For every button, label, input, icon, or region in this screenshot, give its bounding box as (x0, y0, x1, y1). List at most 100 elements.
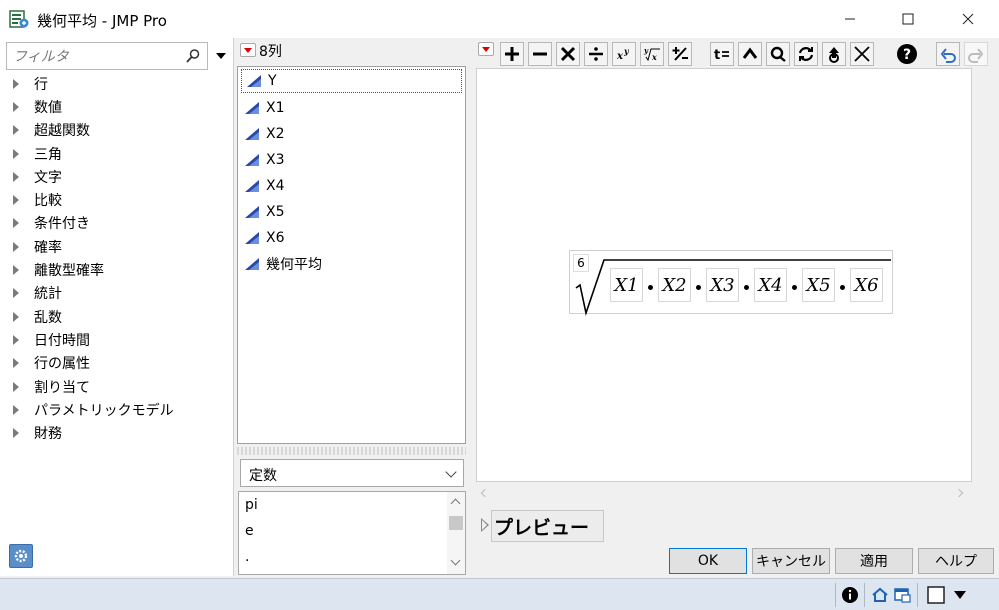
panel-splitter[interactable] (237, 447, 466, 455)
scroll-left-icon[interactable] (480, 488, 490, 498)
expand-arrow-icon[interactable] (13, 358, 19, 369)
cancel-button[interactable]: キャンセル (752, 548, 830, 574)
column-item[interactable]: X6 (238, 225, 465, 251)
root-button[interactable]: yx (640, 42, 664, 66)
maximize-button[interactable] (880, 0, 935, 38)
constant-item[interactable]: e (239, 518, 465, 544)
scroll-right-icon[interactable] (954, 488, 964, 498)
power-button[interactable]: xy (612, 42, 636, 66)
expand-arrow-icon[interactable] (13, 148, 19, 159)
root-index[interactable]: 6 (573, 254, 589, 272)
minus-button[interactable] (528, 42, 552, 66)
column-item[interactable]: X2 (238, 121, 465, 147)
category-item[interactable]: 統計 (0, 282, 232, 305)
peel-button[interactable] (738, 42, 762, 66)
undo-button[interactable] (936, 42, 960, 66)
expand-arrow-icon[interactable] (13, 428, 19, 439)
expand-arrow-icon[interactable] (13, 241, 19, 252)
formula-term[interactable]: X4 (754, 268, 787, 302)
constants-list: pi e. (238, 491, 466, 575)
category-item[interactable]: 三角 (0, 142, 232, 165)
swap-button[interactable] (794, 42, 818, 66)
ok-button[interactable]: OK (669, 548, 747, 574)
expand-arrow-icon[interactable] (13, 101, 19, 112)
columns-menu-button[interactable] (240, 43, 256, 57)
category-item[interactable]: 行 (0, 72, 232, 95)
column-item[interactable]: 幾何平均 (238, 251, 465, 277)
category-item[interactable]: 文字 (0, 165, 232, 188)
layout-dropdown[interactable] (950, 585, 970, 605)
expand-arrow-icon[interactable] (13, 311, 19, 322)
category-item[interactable]: 確率 (0, 235, 232, 258)
help-button[interactable]: ? (895, 42, 919, 66)
expand-arrow-icon[interactable] (13, 171, 19, 182)
layout-checkbox[interactable] (926, 585, 946, 605)
formula-term[interactable]: X5 (802, 268, 835, 302)
category-item[interactable]: 比較 (0, 188, 232, 211)
expand-arrow-icon[interactable] (13, 265, 19, 276)
expand-arrow-icon[interactable] (13, 334, 19, 345)
multiply-button[interactable] (556, 42, 580, 66)
constants-select[interactable]: 定数 (240, 459, 464, 487)
column-item[interactable]: X1 (238, 95, 465, 121)
column-item[interactable]: X4 (238, 173, 465, 199)
column-item[interactable]: Y (240, 68, 463, 94)
apply-button[interactable]: 適用 (835, 548, 913, 574)
plus-button[interactable] (500, 42, 524, 66)
category-item[interactable]: 割り当て (0, 375, 232, 398)
disclosure-icon[interactable] (481, 518, 489, 532)
filter-dropdown-button[interactable] (211, 42, 231, 70)
search-icon[interactable] (185, 48, 201, 64)
category-item[interactable]: 行の属性 (0, 352, 232, 375)
category-item[interactable]: 離散型確率 (0, 258, 232, 281)
expand-arrow-icon[interactable] (13, 78, 19, 89)
minimize-button[interactable] (822, 0, 877, 38)
scroll-up-icon[interactable] (450, 498, 461, 509)
unary-button[interactable] (766, 42, 790, 66)
window-title: 幾何平均 - JMP Pro (37, 12, 167, 30)
close-button[interactable] (940, 0, 995, 38)
category-label: 文字 (34, 169, 62, 186)
divide-button[interactable] (584, 42, 608, 66)
preview-section[interactable]: プレビュー (476, 508, 604, 542)
formula-term[interactable]: X3 (706, 268, 739, 302)
expand-arrow-icon[interactable] (13, 288, 19, 299)
formula-term[interactable]: X1 (610, 268, 643, 302)
scroll-thumb[interactable] (449, 516, 463, 530)
info-button[interactable] (840, 585, 860, 605)
formula-term[interactable]: X6 (850, 268, 883, 302)
category-item[interactable]: 超越関数 (0, 119, 232, 142)
drop-button[interactable] (822, 42, 846, 66)
redo-button[interactable] (964, 42, 988, 66)
expand-arrow-icon[interactable] (13, 218, 19, 229)
category-item[interactable]: 財務 (0, 421, 232, 444)
expand-arrow-icon[interactable] (13, 125, 19, 136)
category-item[interactable]: 数値 (0, 95, 232, 118)
help-dialog-button[interactable]: ヘルプ (918, 548, 994, 574)
canvas-scrollbar[interactable] (476, 484, 972, 502)
constants-scrollbar[interactable] (447, 492, 465, 574)
jmp-app-icon (9, 10, 29, 28)
category-item[interactable]: 乱数 (0, 305, 232, 328)
formula-menu-button[interactable] (478, 42, 494, 56)
category-item[interactable]: 条件付き (0, 212, 232, 235)
plus-minus-button[interactable] (668, 42, 692, 66)
constant-item[interactable]: pi (239, 492, 465, 518)
category-item[interactable]: パラメトリックモデル (0, 398, 232, 421)
preview-label: プレビュー (491, 510, 604, 542)
constant-item[interactable]: . (239, 544, 465, 570)
category-item[interactable]: 日付時間 (0, 328, 232, 351)
window-list-button[interactable] (892, 585, 912, 605)
scroll-down-icon[interactable] (450, 555, 461, 566)
expand-arrow-icon[interactable] (13, 195, 19, 206)
filter-input[interactable] (13, 47, 183, 67)
column-item[interactable]: X3 (238, 147, 465, 173)
delete-button[interactable] (850, 42, 874, 66)
column-item[interactable]: X5 (238, 199, 465, 225)
home-button[interactable] (870, 585, 890, 605)
formula-term[interactable]: X2 (658, 268, 691, 302)
expand-arrow-icon[interactable] (13, 381, 19, 392)
settings-button[interactable] (9, 544, 33, 568)
expand-arrow-icon[interactable] (13, 404, 19, 415)
local-variable-button[interactable]: t (710, 42, 734, 66)
